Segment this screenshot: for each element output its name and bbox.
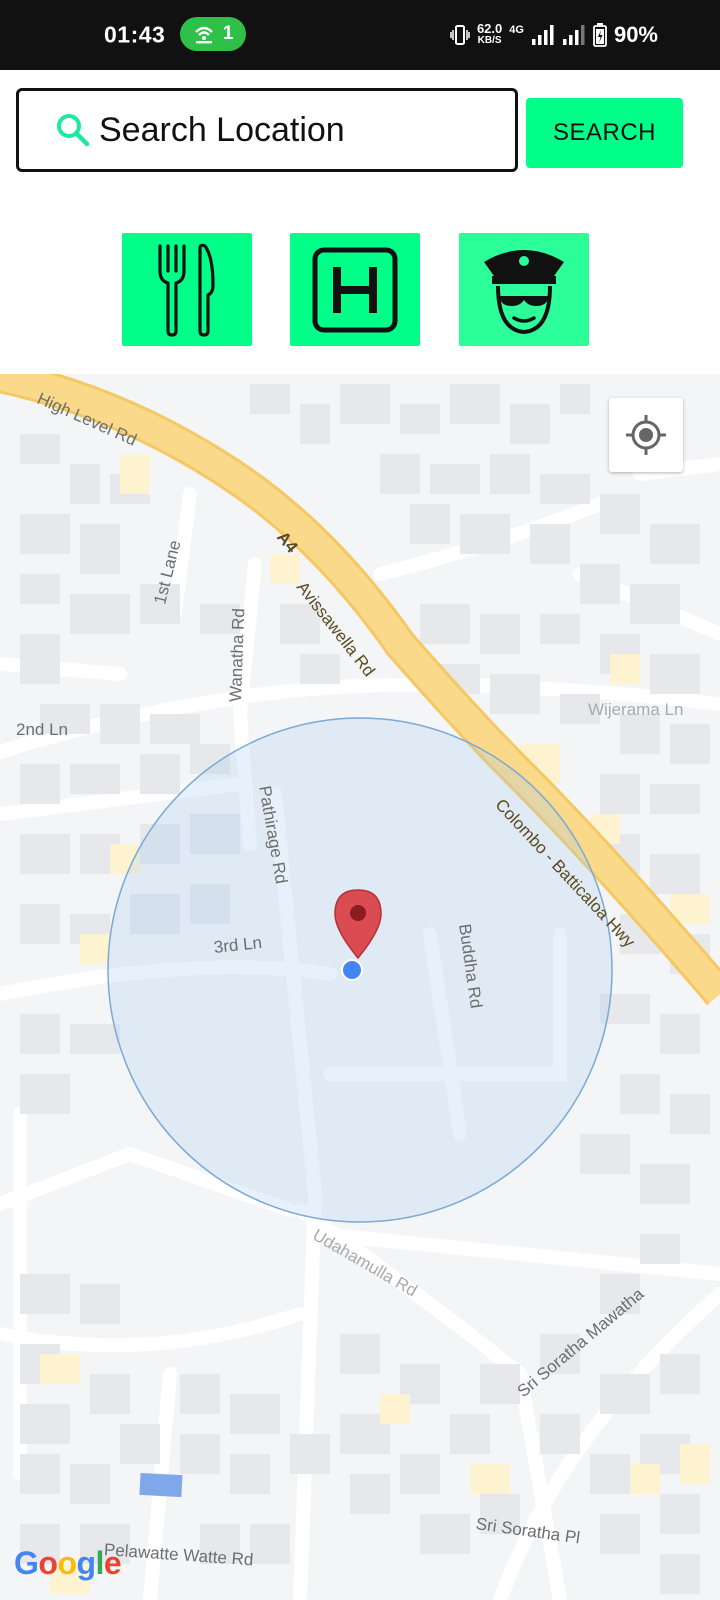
hotspot-count: 1 (222, 23, 234, 44)
google-logo: Google (14, 1545, 122, 1582)
hospital-button[interactable] (290, 233, 420, 346)
location-marker-icon[interactable] (331, 888, 385, 960)
search-input[interactable] (97, 109, 481, 151)
status-bar: 01:43 1 62.0 KB/S 4G 90% (0, 0, 720, 70)
signal-2-icon (562, 25, 585, 45)
map-label-2nd-ln: 2nd Ln (16, 720, 68, 739)
fork-knife-icon (158, 243, 215, 337)
speed-unit: KB/S (477, 35, 502, 46)
restaurant-button[interactable] (122, 233, 252, 346)
user-location-dot (341, 959, 363, 981)
search-icon (57, 114, 90, 147)
police-button[interactable] (459, 233, 589, 346)
map-canvas (0, 374, 720, 1600)
vibrate-icon (450, 25, 470, 45)
hotspot-icon (194, 26, 213, 44)
search-box[interactable] (16, 88, 518, 172)
hospital-h-icon (312, 247, 398, 332)
status-time: 01:43 (104, 21, 166, 48)
google-attribution: Google (14, 1545, 122, 1581)
battery-percent: 90% (613, 22, 658, 47)
my-location-button[interactable] (609, 398, 683, 472)
map-view[interactable]: High Level Rd A4 Avissawella Rd 1st Lane… (0, 374, 720, 1600)
crosshair-icon (626, 415, 666, 455)
network-speed: 62.0 KB/S (476, 21, 503, 47)
police-officer-icon (484, 249, 564, 334)
status-icons: 62.0 KB/S 4G 90% (450, 22, 658, 48)
speed-value: 62.0 (476, 21, 503, 36)
signal-icon (531, 25, 554, 45)
hotspot-badge: 1 (180, 17, 246, 51)
map-label-wijerama-ln: Wijerama Ln (588, 700, 684, 719)
battery-icon (593, 23, 607, 47)
network-type: 4G (509, 24, 524, 36)
map-label-wanatha-rd: Wanatha Rd (226, 607, 249, 703)
search-button[interactable]: SEARCH (526, 98, 683, 168)
